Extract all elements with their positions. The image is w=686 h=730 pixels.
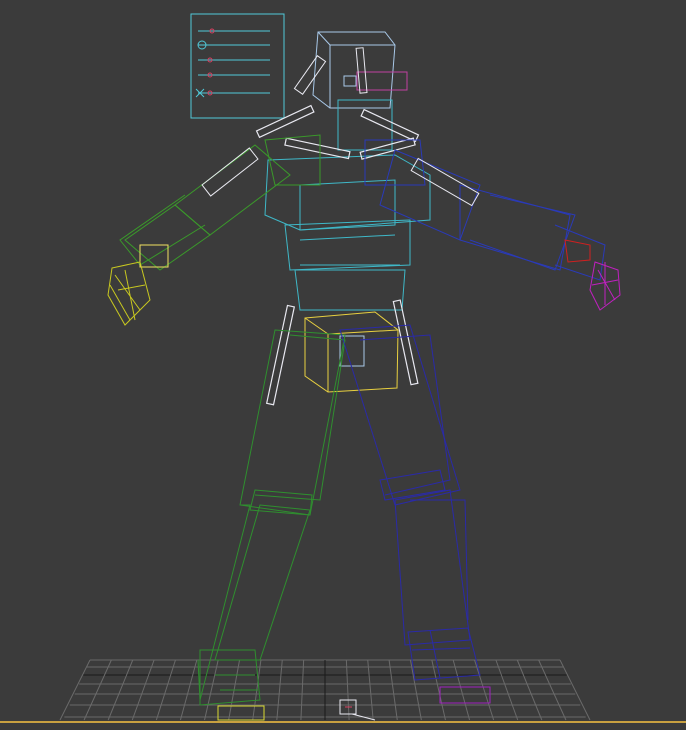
grid-line (409, 659, 422, 721)
grid-line (179, 659, 198, 721)
slider-row[interactable] (198, 57, 270, 63)
grid-line (452, 659, 471, 721)
left-foot-ctrl[interactable] (217, 705, 265, 721)
grid-line (59, 659, 91, 721)
slider-row[interactable] (195, 88, 270, 98)
pelvis-ctrl[interactable] (304, 311, 399, 393)
grid-line (495, 659, 519, 721)
slider-row[interactable] (198, 72, 270, 78)
grid-line (107, 659, 134, 721)
grid-line (204, 659, 219, 721)
grid-line (516, 659, 543, 721)
slider-panel-icon[interactable] (190, 13, 285, 119)
eye-ctrl[interactable] (356, 71, 408, 91)
left-arm-rig[interactable] (119, 134, 321, 271)
grid-line (83, 659, 112, 721)
left-hand[interactable] (107, 244, 169, 326)
right-foot-ctrl[interactable] (439, 686, 491, 704)
grid-line (538, 659, 567, 721)
slider-row[interactable] (198, 28, 270, 34)
left-leg-rig[interactable] (197, 329, 346, 706)
grid-line (345, 659, 350, 721)
slider-row[interactable] (197, 40, 270, 50)
viewport-bottom-border (0, 721, 686, 723)
3d-viewport[interactable] (0, 0, 686, 730)
grid-line (388, 659, 398, 721)
grid-line (367, 659, 374, 721)
right-arm-rig[interactable] (364, 139, 606, 281)
spine-rig[interactable] (264, 99, 431, 311)
wireframe-scene[interactable] (0, 0, 686, 730)
right-hand[interactable] (564, 239, 621, 311)
head-rig[interactable] (293, 31, 408, 109)
grid-line (131, 659, 155, 721)
grid-line (155, 659, 176, 721)
grid-line (431, 659, 446, 721)
grid-line (559, 659, 591, 721)
grid-line (474, 659, 495, 721)
hip-bones[interactable] (265, 299, 419, 406)
grid-line (300, 659, 305, 721)
ground-grid (59, 659, 591, 721)
grid-line (276, 659, 283, 721)
